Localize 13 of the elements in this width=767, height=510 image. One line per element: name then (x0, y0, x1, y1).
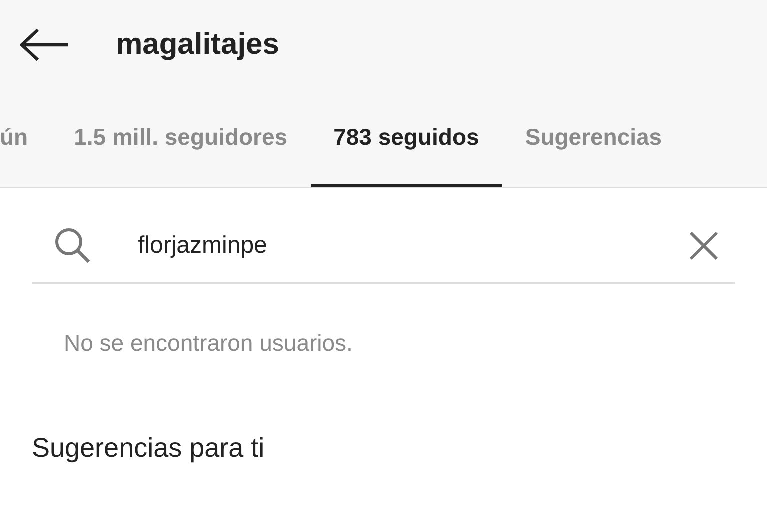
back-arrow-icon (20, 28, 70, 62)
profile-username: magalitajes (116, 28, 280, 62)
search-field[interactable]: florjazminpe (138, 232, 689, 260)
tab[interactable]: 1.5 mill. seguidores (51, 90, 311, 187)
tab[interactable]: Sugerencias (502, 90, 686, 187)
section-title: Sugerencias para ti (32, 433, 266, 464)
clear-button[interactable] (689, 231, 719, 261)
search-icon (54, 227, 92, 265)
tab[interactable]: 783 seguidos (310, 90, 502, 187)
empty-message: No se encontraron usuarios. (64, 330, 354, 357)
back-button[interactable] (20, 28, 70, 62)
close-icon (689, 231, 719, 261)
tab[interactable]: ún (0, 90, 52, 187)
